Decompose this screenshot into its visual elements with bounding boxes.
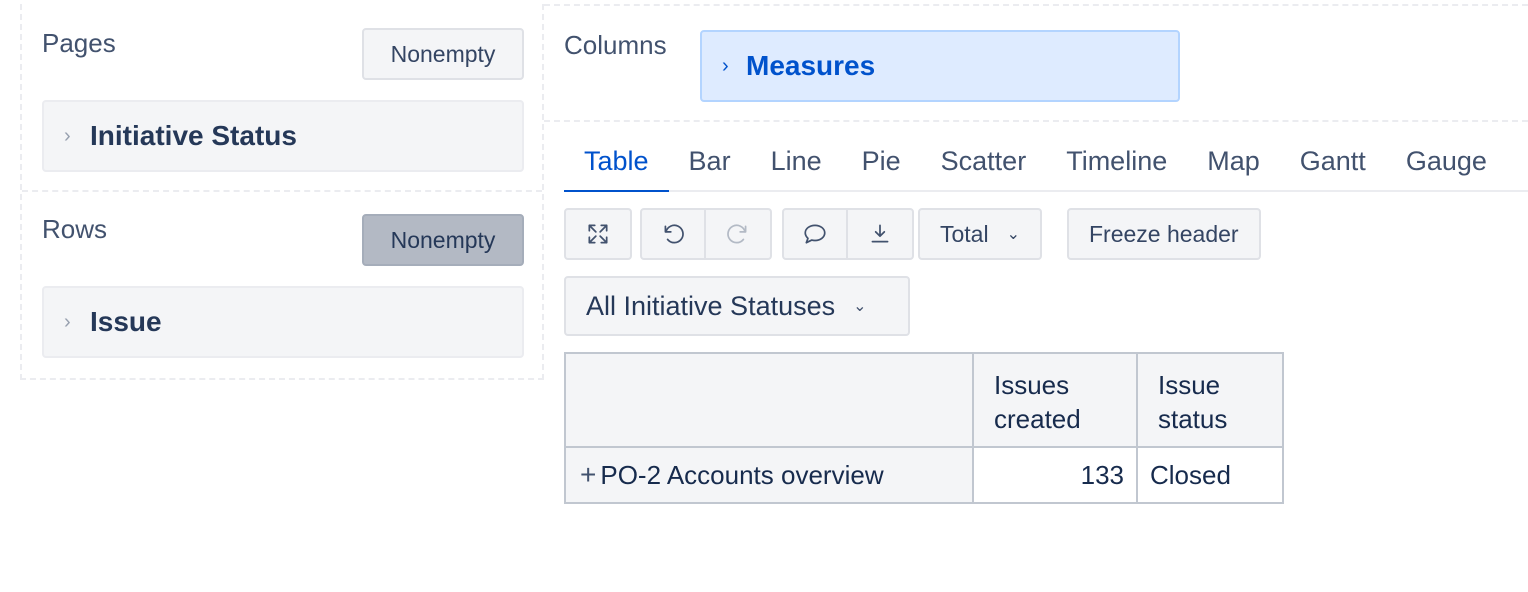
view-tabs: Table Bar Line Pie Scatter Timeline Map …	[564, 140, 1528, 192]
total-label: Total	[940, 220, 989, 247]
pages-title: Pages	[42, 28, 116, 58]
tab-line[interactable]: Line	[751, 140, 842, 190]
total-dropdown[interactable]: Total ⌄	[918, 208, 1042, 260]
table-corner-cell	[564, 352, 974, 448]
issue-status-cell: Closed	[1136, 446, 1284, 504]
tab-bar[interactable]: Bar	[669, 140, 751, 190]
comment-export-group	[782, 208, 914, 260]
expand-plus-icon[interactable]: +	[580, 459, 596, 490]
issues-created-cell: 133	[972, 446, 1138, 504]
row-header-cell[interactable]: + PO-2 Accounts overview	[564, 446, 974, 504]
pages-dimension-label: Initiative Status	[90, 120, 297, 151]
undo-icon	[664, 224, 684, 244]
redo-button[interactable]	[706, 210, 770, 258]
export-button[interactable]	[848, 210, 912, 258]
rows-dimension-chip[interactable]: › Issue	[42, 286, 524, 358]
rows-section: Rows Nonempty › Issue	[22, 194, 542, 378]
rows-title: Rows	[42, 214, 108, 244]
history-group	[640, 208, 772, 260]
column-header-issue-status[interactable]: Issue status	[1136, 352, 1284, 448]
columns-dimension-chip[interactable]: › Measures	[700, 30, 1180, 102]
report-table: Issues created Issue status + PO-2 Accoun…	[564, 352, 1284, 504]
rows-nonempty-button[interactable]: Nonempty	[362, 214, 524, 266]
export-icon	[871, 224, 889, 243]
page-filter-select[interactable]: All Initiative Statuses ⌄	[564, 276, 910, 336]
tab-scatter[interactable]: Scatter	[921, 140, 1047, 190]
chevron-down-icon: ⌄	[853, 298, 867, 315]
chevron-right-icon: ›	[64, 310, 71, 333]
columns-section: Columns › Measures	[544, 4, 1528, 122]
fullscreen-group	[564, 208, 632, 260]
column-header-issues-created[interactable]: Issues created	[972, 352, 1138, 448]
pages-section: Pages Nonempty › Initiative Status	[22, 4, 542, 192]
pages-nonempty-button[interactable]: Nonempty	[362, 28, 524, 80]
tab-gauge[interactable]: Gauge	[1386, 140, 1507, 190]
fullscreen-icon	[588, 224, 608, 244]
page-filter-value: All Initiative Statuses	[586, 290, 836, 321]
undo-button[interactable]	[642, 210, 706, 258]
tab-table[interactable]: Table	[564, 140, 669, 192]
rows-dimension-label: Issue	[90, 306, 162, 337]
columns-dimension-label: Measures	[746, 50, 876, 81]
chevron-right-icon: ›	[64, 124, 71, 147]
chevron-right-icon: ›	[722, 54, 729, 77]
tab-gantt[interactable]: Gantt	[1280, 140, 1386, 190]
row-label: PO-2 Accounts overview	[600, 460, 884, 490]
table-row: + PO-2 Accounts overview 133 Closed	[564, 446, 1284, 504]
freeze-header-label: Freeze header	[1089, 220, 1239, 247]
fullscreen-button[interactable]	[566, 210, 630, 258]
freeze-header-button[interactable]: Freeze header	[1067, 208, 1261, 260]
comment-button[interactable]	[784, 210, 848, 258]
tab-map[interactable]: Map	[1187, 140, 1280, 190]
pages-dimension-chip[interactable]: › Initiative Status	[42, 100, 524, 172]
table-header-row: Issues created Issue status	[564, 352, 1284, 448]
chevron-down-icon: ⌄	[1006, 226, 1020, 243]
tab-pie[interactable]: Pie	[842, 140, 921, 190]
redo-icon	[727, 224, 747, 244]
tab-timeline[interactable]: Timeline	[1046, 140, 1187, 190]
comment-icon	[804, 224, 826, 244]
layout-panel: Pages Nonempty › Initiative Status Rows …	[20, 4, 544, 380]
columns-title: Columns	[564, 30, 667, 60]
